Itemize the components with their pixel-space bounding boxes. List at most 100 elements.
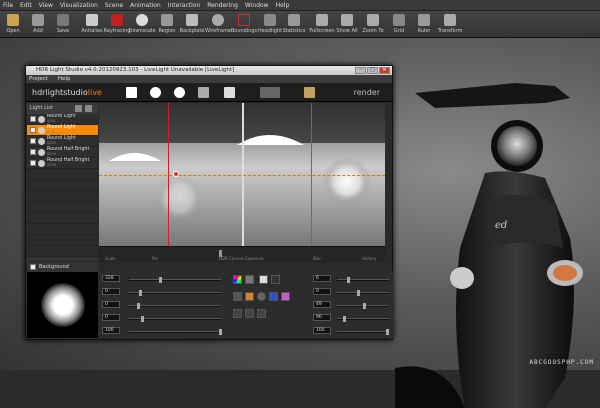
light-list-title: Light List <box>30 105 53 111</box>
svg-text:ed: ed <box>495 220 507 231</box>
grid-icon <box>393 14 405 26</box>
menu-project[interactable]: Project <box>29 75 48 83</box>
filmstrip-icon[interactable] <box>260 87 280 98</box>
slider[interactable] <box>337 290 389 296</box>
shape-icon[interactable] <box>257 292 266 301</box>
menu-scene[interactable]: Scene <box>105 2 123 9</box>
value-field[interactable]: 328 <box>102 275 120 282</box>
menu-window[interactable]: Window <box>245 2 269 9</box>
value-field[interactable]: 0 <box>102 288 120 295</box>
slider[interactable] <box>129 277 221 283</box>
value-field[interactable]: 6 <box>313 275 331 282</box>
shape-icon[interactable] <box>281 292 290 301</box>
light-row[interactable]: Round Half Bright 0004 <box>27 147 98 158</box>
image-light-icon[interactable] <box>198 87 209 98</box>
slider[interactable] <box>337 277 389 283</box>
menu-rendering[interactable]: Rendering <box>207 2 238 9</box>
value-field[interactable]: 49 <box>313 301 331 308</box>
raytracing-button[interactable]: Raytracing <box>104 13 130 37</box>
minimize-button[interactable]: – <box>355 67 366 74</box>
visibility-checkbox[interactable] <box>30 138 36 144</box>
menu-interaction[interactable]: Interaction <box>168 2 201 9</box>
shape-icon[interactable] <box>269 292 278 301</box>
value-field[interactable]: 0 <box>313 288 331 295</box>
region-button[interactable]: Region <box>155 13 179 37</box>
slider[interactable] <box>129 316 221 322</box>
open-button[interactable]: Open <box>1 13 25 37</box>
value-field[interactable]: 0 <box>102 301 120 308</box>
history-label: History <box>362 256 377 261</box>
empty-row <box>27 180 98 191</box>
boundings-button[interactable]: Boundings <box>231 13 257 37</box>
headlight-button[interactable]: Headlight <box>258 13 282 37</box>
light-row[interactable]: Round Half Bright 0005 <box>27 158 98 169</box>
statistics-button[interactable]: Statistics <box>282 13 306 37</box>
slider[interactable] <box>129 303 221 309</box>
show-all-button[interactable]: Show All <box>335 13 359 37</box>
visibility-checkbox[interactable] <box>30 127 36 133</box>
value-field[interactable]: 90 <box>313 314 331 321</box>
save-button[interactable]: Save <box>51 13 75 37</box>
light-row[interactable]: Round Light 0003 <box>27 136 98 147</box>
light-position-handle[interactable] <box>173 171 179 177</box>
visibility-checkbox[interactable] <box>30 160 36 166</box>
menu-view[interactable]: View <box>39 2 53 9</box>
window-titlebar[interactable]: HDR Light Studio v4.0.20120923.103 - Liv… <box>26 66 392 75</box>
antialias-button[interactable]: Antialias <box>80 13 104 37</box>
light-soft-icon[interactable] <box>174 87 185 98</box>
value-field[interactable]: 0 <box>102 314 120 321</box>
background-row[interactable]: Background <box>27 262 98 272</box>
visibility-checkbox[interactable] <box>30 149 36 155</box>
grid-button[interactable]: Grid <box>387 13 411 37</box>
save-icon <box>57 14 69 26</box>
region-icon <box>161 14 173 26</box>
light-row-selected[interactable]: Round Light 0002 <box>27 125 98 136</box>
maximize-button[interactable]: □ <box>367 67 378 74</box>
color-wheel-icon[interactable] <box>233 275 242 284</box>
backplate-button[interactable]: Backplate <box>180 13 204 37</box>
zoom-to-button[interactable]: Zoom To <box>361 13 385 37</box>
light-row[interactable]: Round Light 0001 <box>27 114 98 125</box>
value-field[interactable]: 100 <box>102 327 120 334</box>
menu-visualization[interactable]: Visualization <box>60 2 98 9</box>
menu-file[interactable]: File <box>3 2 13 9</box>
background-checkbox[interactable] <box>30 264 36 270</box>
visibility-checkbox[interactable] <box>30 116 36 122</box>
wireframe-button[interactable]: Wireframe <box>205 13 231 37</box>
slider[interactable] <box>129 329 222 335</box>
close-button[interactable]: ✕ <box>379 67 390 74</box>
texture-icon[interactable] <box>245 275 254 284</box>
blend-icon[interactable] <box>257 309 266 318</box>
value-field[interactable]: 100 <box>313 327 331 334</box>
hdr-canvas[interactable] <box>99 103 385 246</box>
sun-light-icon[interactable] <box>224 87 235 98</box>
render-button[interactable]: render <box>354 88 380 97</box>
shape-icon[interactable] <box>245 292 254 301</box>
exposure-slider-thumb[interactable] <box>219 250 222 257</box>
add-light-icon[interactable] <box>75 105 82 112</box>
delete-light-icon[interactable] <box>85 105 92 112</box>
slider[interactable] <box>337 329 389 335</box>
output-icon[interactable] <box>304 87 315 98</box>
shape-icon[interactable] <box>233 292 242 301</box>
black-swatch[interactable] <box>271 275 280 284</box>
menu-edit[interactable]: Edit <box>20 2 32 9</box>
blend-icon[interactable] <box>245 309 254 318</box>
slider[interactable] <box>337 303 389 309</box>
menu-animation[interactable]: Animation <box>130 2 161 9</box>
light-thumb-icon <box>38 137 45 145</box>
fullscreen-button[interactable]: Fullscreen <box>309 13 335 37</box>
white-swatch[interactable] <box>259 275 268 284</box>
menu-help[interactable]: Help <box>58 75 71 83</box>
downscale-button[interactable]: Downscale <box>128 13 156 37</box>
light-round-icon[interactable] <box>150 87 161 98</box>
add-button[interactable]: Add <box>26 13 50 37</box>
light-circle-icon[interactable] <box>126 87 137 98</box>
transform-button[interactable]: Transform <box>438 13 462 37</box>
window-menu-bar: Project Help <box>26 75 392 83</box>
slider[interactable] <box>337 316 389 322</box>
blend-icon[interactable] <box>233 309 242 318</box>
menu-help[interactable]: Help <box>276 2 290 9</box>
slider[interactable] <box>129 290 221 296</box>
ruler-button[interactable]: Ruler <box>412 13 436 37</box>
